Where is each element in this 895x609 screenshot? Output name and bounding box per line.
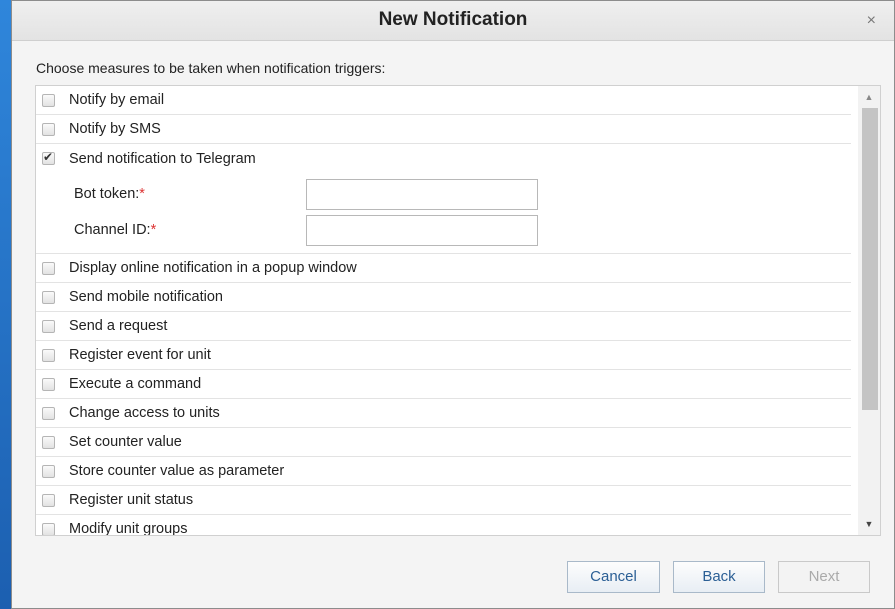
label-notify-sms: Notify by SMS (69, 121, 161, 137)
instruction-text: Choose measures to be taken when notific… (36, 60, 386, 76)
checkbox-register-event[interactable] (42, 348, 55, 362)
list-item-set-counter[interactable]: Set counter value (36, 428, 851, 457)
bot-token-row: Bot token:* (36, 179, 851, 215)
label-change-access: Change access to units (69, 405, 220, 421)
checkbox-telegram[interactable] (42, 150, 55, 165)
label-popup-notification: Display online notification in a popup w… (69, 260, 357, 276)
list-item-telegram: Send notification to Telegram Bot token:… (36, 144, 851, 254)
channel-id-label: Channel ID:* (74, 222, 157, 238)
label-register-event: Register event for unit (69, 347, 211, 363)
label-execute-command: Execute a command (69, 376, 202, 392)
checkbox-set-counter[interactable] (42, 435, 55, 449)
checkbox-change-access[interactable] (42, 406, 55, 420)
checkbox-notify-sms[interactable] (42, 122, 55, 136)
label-register-status: Register unit status (69, 492, 194, 508)
label-set-counter: Set counter value (69, 434, 182, 450)
label-telegram: Send notification to Telegram (69, 150, 256, 167)
dialog-title: New Notification (378, 9, 528, 30)
checkbox-popup-notification[interactable] (42, 261, 55, 275)
dialog-titlebar: New Notification × (12, 1, 894, 41)
channel-id-row: Channel ID:* (36, 215, 851, 251)
label-mobile-notification: Send mobile notification (69, 289, 223, 305)
label-store-counter: Store counter value as parameter (69, 463, 285, 479)
checkbox-register-status[interactable] (42, 493, 55, 507)
bot-token-input[interactable] (306, 179, 538, 210)
list-item-mobile-notification[interactable]: Send mobile notification (36, 283, 851, 312)
list-scrollbar[interactable]: ▲ ▼ (858, 86, 880, 535)
checkbox-notify-email[interactable] (42, 93, 55, 107)
actions-list: Notify by email Notify by SMS Send notif… (36, 86, 851, 536)
label-modify-groups: Modify unit groups (69, 521, 188, 536)
close-icon[interactable]: × (867, 12, 876, 30)
bot-token-label: Bot token:* (74, 186, 145, 202)
list-item-execute-command[interactable]: Execute a command (36, 370, 851, 399)
list-item-notify-email[interactable]: Notify by email (36, 86, 851, 115)
back-button[interactable]: Back (673, 561, 765, 593)
list-item-change-access[interactable]: Change access to units (36, 399, 851, 428)
required-mark: * (139, 186, 145, 202)
scroll-down-icon[interactable]: ▼ (858, 515, 880, 533)
list-item-register-status[interactable]: Register unit status (36, 486, 851, 515)
list-item-popup-notification[interactable]: Display online notification in a popup w… (36, 254, 851, 283)
scroll-up-icon[interactable]: ▲ (858, 88, 880, 106)
list-item-register-event[interactable]: Register event for unit (36, 341, 851, 370)
cancel-button[interactable]: Cancel (567, 561, 660, 593)
checkbox-execute-command[interactable] (42, 377, 55, 391)
checkbox-modify-groups[interactable] (42, 522, 55, 535)
checkbox-send-request[interactable] (42, 319, 55, 333)
list-item-send-request[interactable]: Send a request (36, 312, 851, 341)
actions-list-box: Notify by email Notify by SMS Send notif… (35, 85, 881, 536)
checkbox-mobile-notification[interactable] (42, 290, 55, 304)
scroll-thumb[interactable] (862, 108, 878, 410)
label-send-request: Send a request (69, 318, 168, 334)
label-notify-email: Notify by email (69, 92, 165, 108)
list-item-notify-sms[interactable]: Notify by SMS (36, 115, 851, 144)
required-mark: * (150, 222, 157, 238)
checkbox-store-counter[interactable] (42, 464, 55, 478)
list-item-store-counter[interactable]: Store counter value as parameter (36, 457, 851, 486)
channel-id-input[interactable] (306, 215, 538, 246)
next-button[interactable]: Next (778, 561, 870, 593)
telegram-row-head[interactable]: Send notification to Telegram (36, 144, 851, 173)
list-item-modify-groups[interactable]: Modify unit groups (36, 515, 851, 536)
